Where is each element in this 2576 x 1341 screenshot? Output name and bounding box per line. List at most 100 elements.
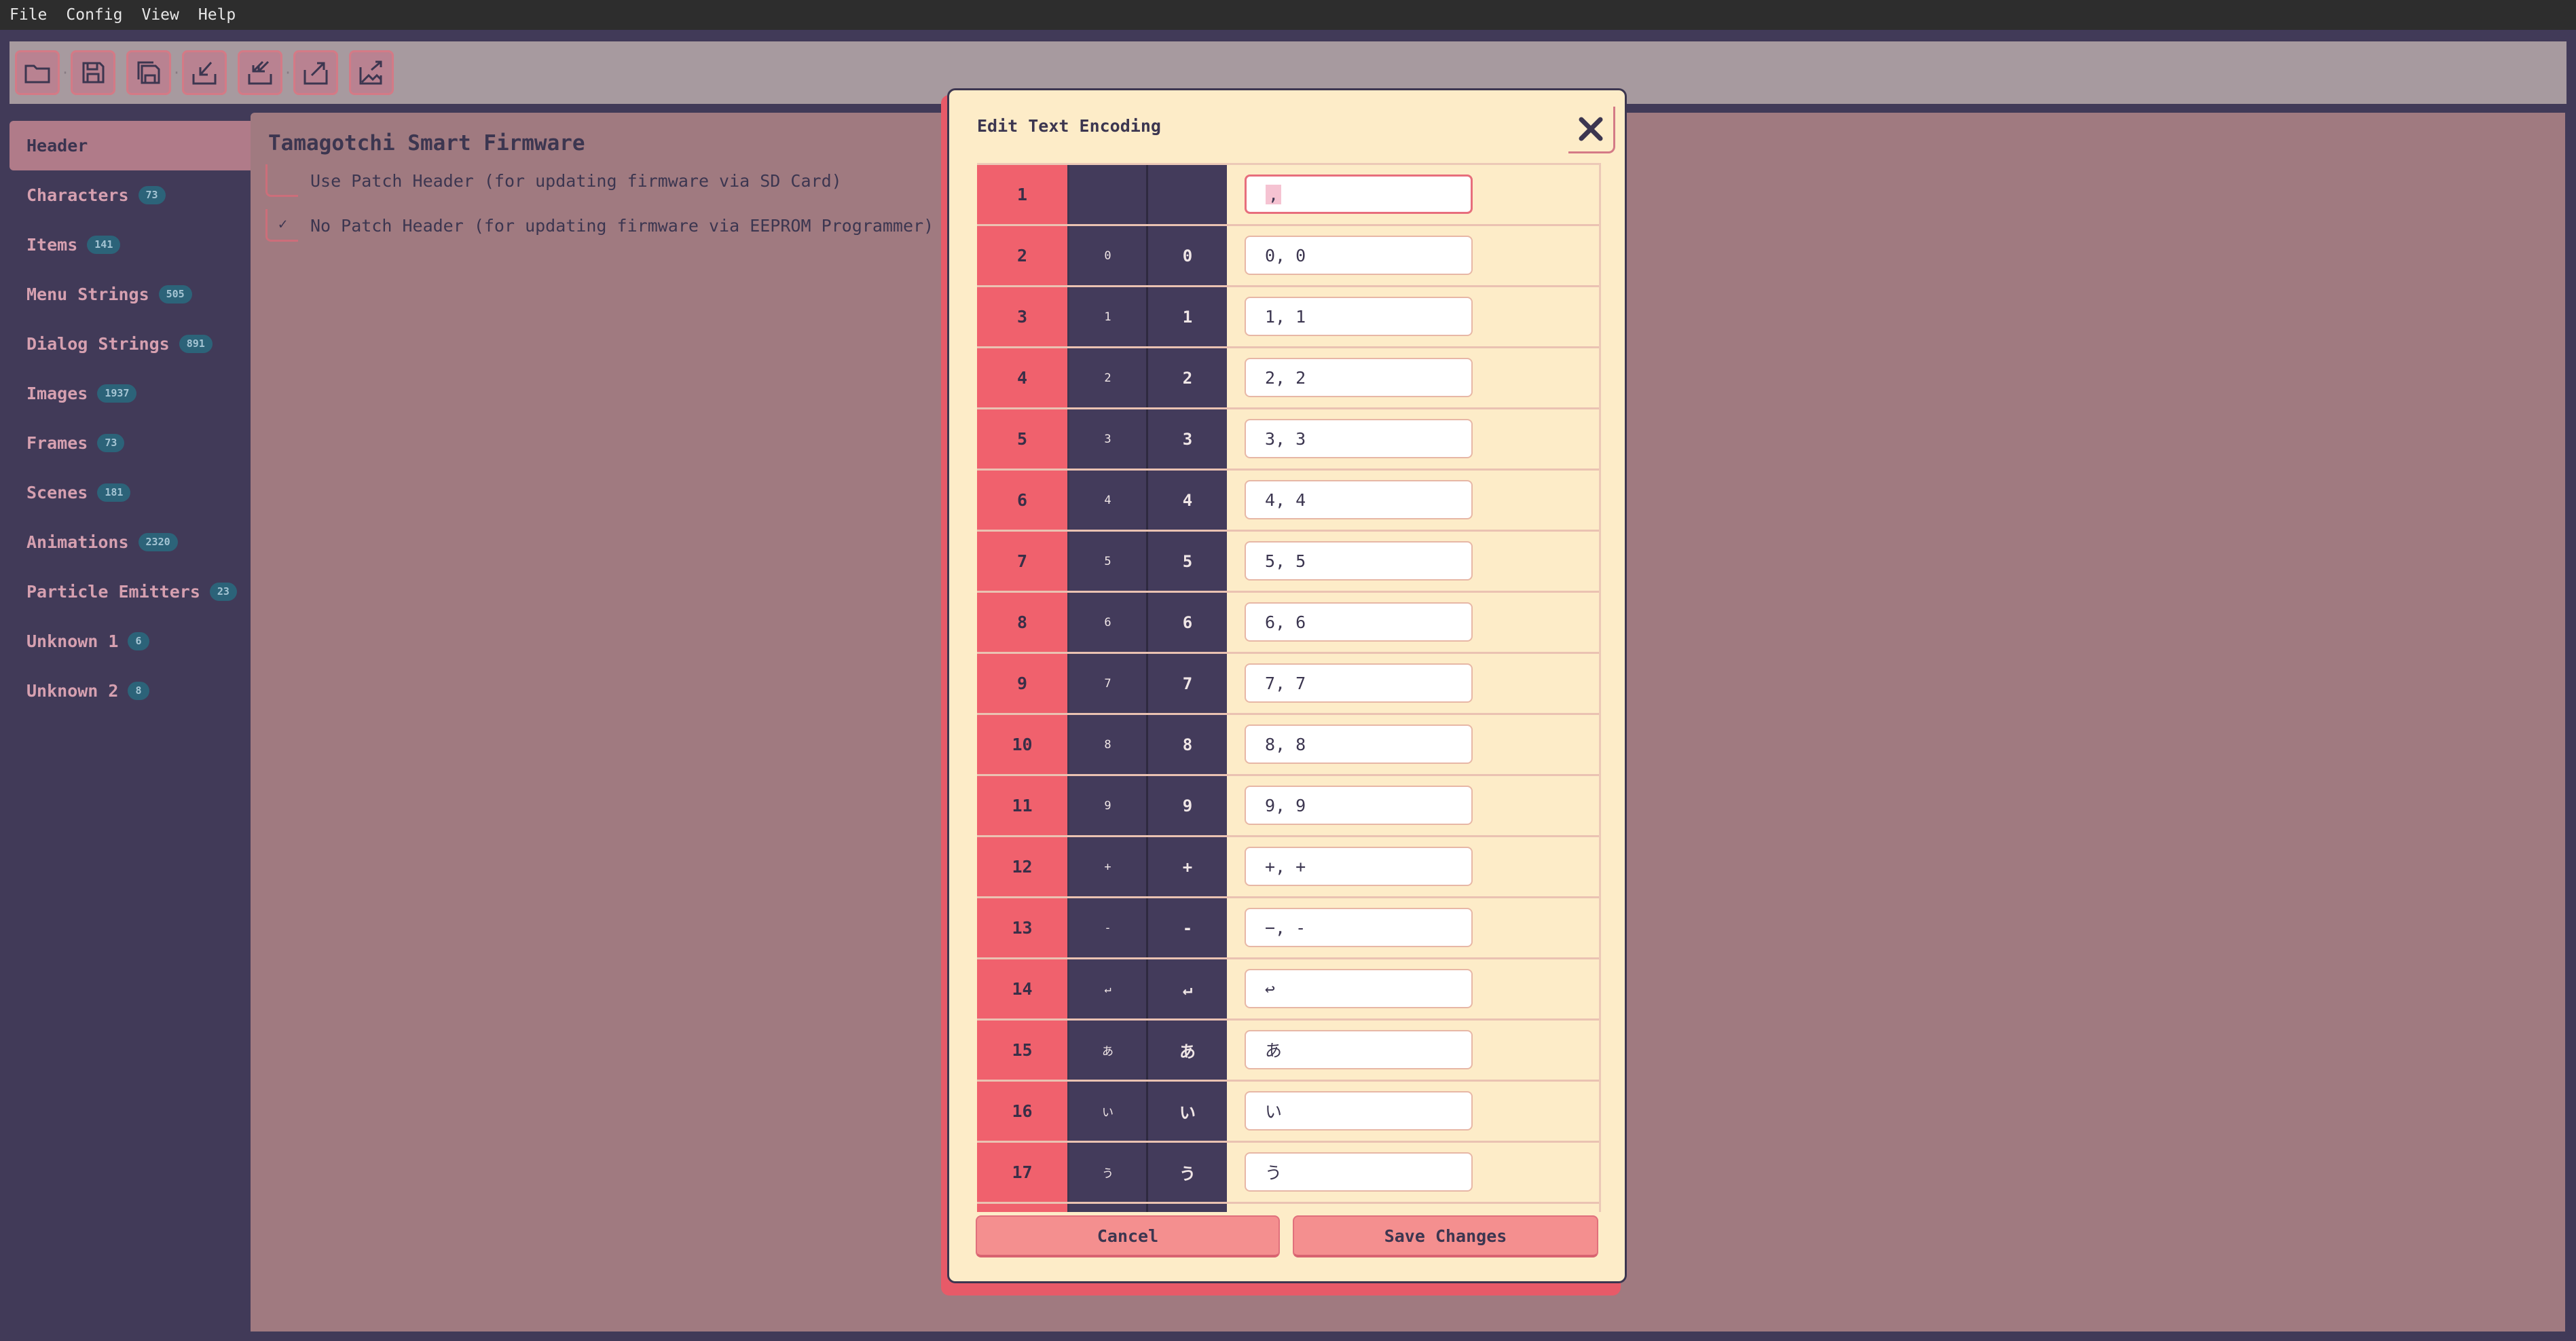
- count-badge: 1937: [97, 384, 137, 403]
- page-title: Tamagotchi Smart Firmware: [268, 131, 585, 155]
- count-badge: 181: [97, 483, 131, 502]
- encoding-row: 13- - −, -: [977, 898, 1599, 959]
- sidebar-item-header[interactable]: Header: [10, 121, 251, 170]
- glyph-preview-large: 1: [1148, 287, 1227, 346]
- encoding-input[interactable]: う: [1245, 1152, 1473, 1192]
- glyph-preview-large: ↵: [1148, 959, 1227, 1018]
- save-button[interactable]: [71, 50, 115, 95]
- glyph-preview-small: 5: [1069, 532, 1148, 591]
- sidebar-item-frames[interactable]: Frames 73: [10, 418, 251, 468]
- sidebar-item-scenes[interactable]: Scenes 181: [10, 468, 251, 517]
- menu-view[interactable]: View: [132, 0, 188, 30]
- glyph-preview-small: 4: [1069, 471, 1148, 530]
- glyph-preview-small: 3: [1069, 409, 1148, 469]
- encoding-input[interactable]: ,: [1245, 174, 1473, 214]
- glyph-preview-large: 7: [1148, 654, 1227, 713]
- menu-help[interactable]: Help: [189, 0, 245, 30]
- glyph-preview-large: 4: [1148, 471, 1227, 530]
- encoding-input[interactable]: 4, 4: [1245, 480, 1473, 519]
- encoding-row: 3 1 1 1, 1: [977, 287, 1599, 348]
- sidebar-item-particle-emitters[interactable]: Particle Emitters 23: [10, 567, 251, 617]
- encoding-input[interactable]: 1, 1: [1245, 297, 1473, 336]
- encoding-input[interactable]: +, +: [1245, 847, 1473, 886]
- glyph-preview-small: +: [1069, 837, 1148, 896]
- encoding-input[interactable]: 3, 3: [1245, 419, 1473, 458]
- encoding-input[interactable]: −, -: [1245, 908, 1473, 947]
- encoding-input[interactable]: 0, 0: [1245, 236, 1473, 275]
- save-all-button[interactable]: [126, 50, 171, 95]
- import-icon: [192, 62, 217, 85]
- glyph-preview-large: -: [1148, 898, 1227, 957]
- toolbar-separator: ·: [283, 65, 293, 81]
- glyph-preview-small: 6: [1069, 593, 1148, 652]
- glyph-preview-large: 9: [1148, 776, 1227, 835]
- sidebar-item-images[interactable]: Images 1937: [10, 369, 251, 418]
- export-image-icon: [359, 60, 382, 85]
- glyph-preview-small: 2: [1069, 348, 1148, 407]
- glyph-preview-small: い: [1069, 1082, 1148, 1141]
- count-badge: 73: [138, 186, 166, 204]
- encoding-input[interactable]: ↩: [1245, 969, 1473, 1008]
- radio-box[interactable]: ✓: [265, 209, 298, 242]
- menu-bar: File Config View Help: [0, 0, 2576, 30]
- glyph-preview-small: [1069, 165, 1148, 224]
- encoding-input[interactable]: 5, 5: [1245, 541, 1473, 581]
- encoding-row: 14 ↵ ↵ ↩: [977, 959, 1599, 1021]
- encoding-row: 4 2 2 2, 2: [977, 348, 1599, 409]
- encoding-table[interactable]: 1, 2 0 0 0, 0 3 1 1 1, 1 4 2 2 2, 2 5 3 3 3, 3 6 4 4 4,…: [977, 163, 1601, 1212]
- checkmark-icon: ✓: [278, 216, 288, 233]
- export-image-button[interactable]: [349, 50, 394, 95]
- glyph-preview-small: 8: [1069, 715, 1148, 774]
- encoding-row: 15 あああ: [977, 1021, 1599, 1082]
- export-button[interactable]: [293, 50, 338, 95]
- glyph-preview-large: [1148, 1204, 1227, 1212]
- menu-file[interactable]: File: [0, 0, 56, 30]
- encoding-row: 18: [977, 1204, 1599, 1212]
- import-button[interactable]: [182, 50, 227, 95]
- glyph-preview-large: う: [1148, 1143, 1227, 1202]
- encoding-input[interactable]: あ: [1245, 1030, 1473, 1069]
- encoding-row: 16 いいい: [977, 1082, 1599, 1143]
- sidebar-item-menu-strings[interactable]: Menu Strings 505: [10, 270, 251, 319]
- glyph-preview-small: 1: [1069, 287, 1148, 346]
- import-all-icon: [248, 60, 272, 85]
- glyph-preview-large: あ: [1148, 1021, 1227, 1080]
- radio-box[interactable]: [265, 164, 298, 197]
- count-badge: 891: [179, 335, 213, 353]
- sidebar-item-dialog-strings[interactable]: Dialog Strings 891: [10, 319, 251, 369]
- glyph-preview-small: 9: [1069, 776, 1148, 835]
- menu-config[interactable]: Config: [56, 0, 132, 30]
- sidebar-item-unknown-2[interactable]: Unknown 28: [10, 666, 251, 716]
- sidebar-item-characters[interactable]: Characters 73: [10, 170, 251, 220]
- encoding-input[interactable]: 7, 7: [1245, 663, 1473, 703]
- encoding-input[interactable]: 6, 6: [1245, 602, 1473, 642]
- open-folder-icon: [24, 65, 50, 84]
- encoding-input[interactable]: 8, 8: [1245, 724, 1473, 764]
- encoding-row: 11 9 9 9, 9: [977, 776, 1599, 837]
- sidebar-item-animations[interactable]: Animations 2320: [10, 517, 251, 567]
- encoding-row: 2 0 0 0, 0: [977, 226, 1599, 287]
- encoding-input[interactable]: 2, 2: [1245, 358, 1473, 397]
- encoding-row: 6 4 4 4, 4: [977, 471, 1599, 532]
- export-icon: [303, 62, 328, 85]
- sidebar: Header Characters 73 Items 141 Menu String…: [10, 121, 251, 716]
- save-all-icon: [137, 61, 160, 84]
- sidebar-item-items[interactable]: Items 141: [10, 220, 251, 270]
- glyph-preview-large: 3: [1148, 409, 1227, 469]
- glyph-preview-large: 8: [1148, 715, 1227, 774]
- glyph-preview-large: [1148, 165, 1227, 224]
- encoding-input[interactable]: い: [1245, 1091, 1473, 1131]
- option-use-patch-header[interactable]: Use Patch Header (for updating firmware …: [265, 164, 842, 197]
- option-no-patch-header[interactable]: ✓ No Patch Header (for updating firmware…: [265, 209, 934, 242]
- save-changes-button[interactable]: Save Changes: [1293, 1215, 1598, 1257]
- count-badge: 23: [209, 583, 237, 601]
- glyph-preview-large: 0: [1148, 226, 1227, 285]
- glyph-preview-large: い: [1148, 1082, 1227, 1141]
- glyph-preview-small: 7: [1069, 654, 1148, 713]
- cancel-button[interactable]: Cancel: [976, 1215, 1280, 1257]
- encoding-input[interactable]: 9, 9: [1245, 786, 1473, 825]
- close-button[interactable]: [1568, 107, 1615, 153]
- open-button[interactable]: [15, 50, 60, 95]
- sidebar-item-unknown-1[interactable]: Unknown 16: [10, 617, 251, 666]
- import-all-button[interactable]: [238, 50, 282, 95]
